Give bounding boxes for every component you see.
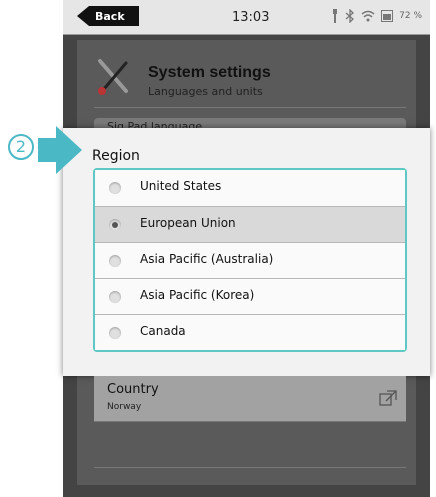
status-bar: Back 13:03 72 % bbox=[63, 0, 430, 35]
wifi-icon bbox=[361, 10, 375, 22]
header-divider bbox=[94, 107, 406, 108]
battery-percent: 72 % bbox=[399, 11, 422, 21]
option-label: United States bbox=[140, 179, 222, 193]
status-icons: 72 % bbox=[331, 9, 422, 23]
bottom-divider bbox=[94, 467, 406, 468]
region-option-list: United States European Union Asia Pacifi… bbox=[93, 168, 407, 352]
region-option-asia-pacific-australia[interactable]: Asia Pacific (Australia) bbox=[95, 242, 405, 278]
region-option-asia-pacific-korea[interactable]: Asia Pacific (Korea) bbox=[95, 278, 405, 314]
country-label: Country bbox=[107, 382, 159, 397]
radio-button[interactable] bbox=[109, 182, 121, 194]
option-label: European Union bbox=[140, 216, 236, 230]
bluetooth-icon bbox=[345, 9, 355, 23]
option-label: Canada bbox=[140, 324, 186, 338]
region-option-canada[interactable]: Canada bbox=[95, 314, 405, 350]
option-label: Asia Pacific (Korea) bbox=[140, 288, 255, 302]
region-option-european-union[interactable]: European Union bbox=[95, 206, 405, 242]
page-title: System settings bbox=[148, 64, 271, 81]
step-arrow-icon bbox=[38, 126, 82, 174]
option-label: Asia Pacific (Australia) bbox=[140, 252, 274, 266]
radio-button[interactable] bbox=[109, 327, 121, 339]
country-row[interactable]: Country Norway bbox=[94, 376, 406, 422]
region-dialog: Region United States European Union Asia… bbox=[63, 128, 430, 376]
dialog-title: Region bbox=[92, 148, 140, 164]
region-option-united-states[interactable]: United States bbox=[95, 170, 405, 206]
step-number-badge: 2 bbox=[8, 134, 34, 160]
back-button[interactable]: Back bbox=[77, 6, 139, 26]
tools-icon bbox=[98, 59, 128, 95]
radio-button-selected[interactable] bbox=[109, 219, 121, 231]
country-value: Norway bbox=[107, 402, 142, 412]
external-link-icon[interactable] bbox=[379, 390, 397, 406]
clock: 13:03 bbox=[232, 10, 270, 25]
radio-button[interactable] bbox=[109, 291, 121, 303]
page-subtitle: Languages and units bbox=[148, 85, 263, 98]
radio-button[interactable] bbox=[109, 255, 121, 267]
battery-icon bbox=[381, 10, 394, 22]
usb-icon bbox=[333, 9, 338, 23]
back-button-label: Back bbox=[95, 9, 125, 23]
